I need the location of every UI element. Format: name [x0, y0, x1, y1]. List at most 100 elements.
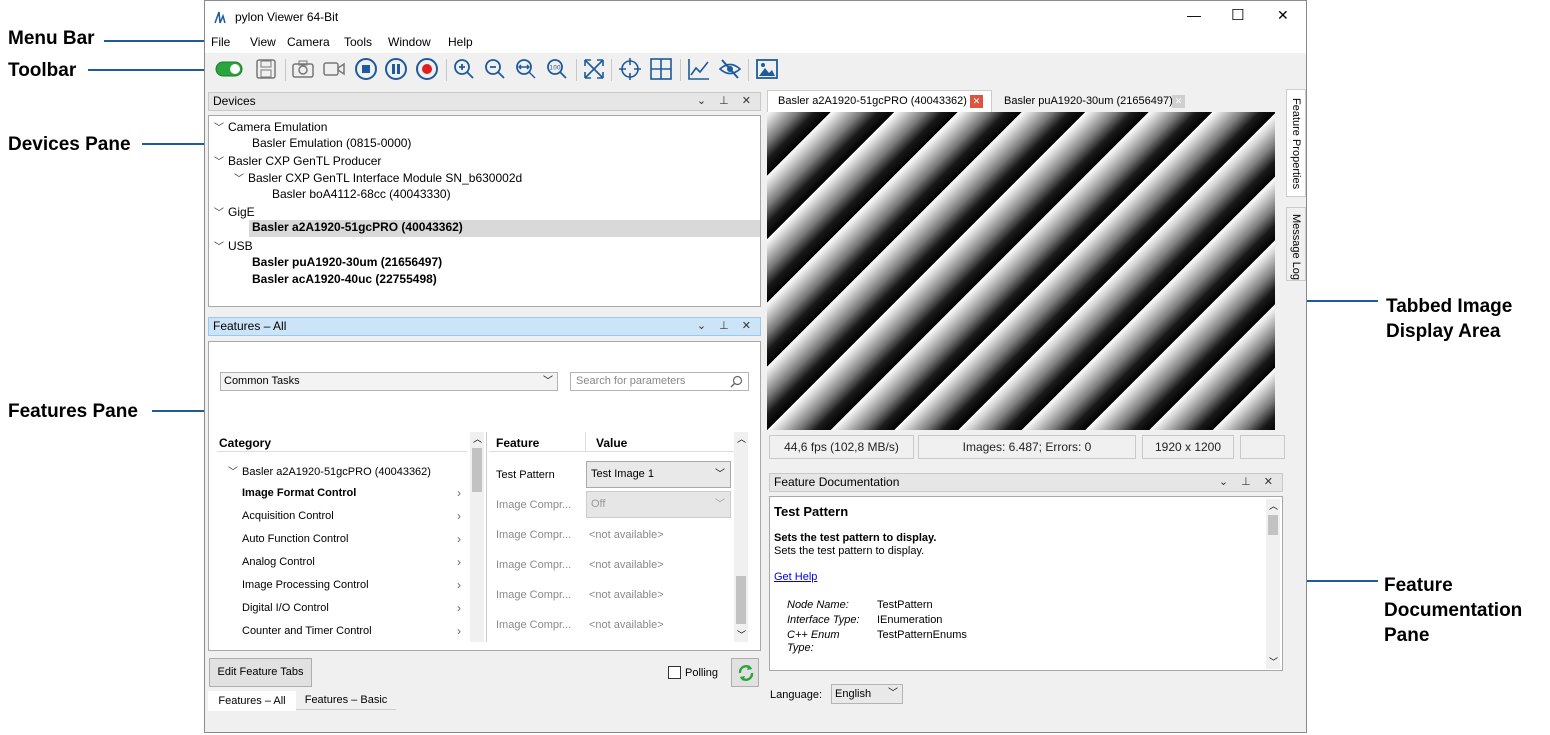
pane-header-buttons[interactable]: ⌄ ⊥ ✕ [697, 318, 756, 335]
chevron-down-icon[interactable]: ﹀ [214, 119, 228, 134]
side-tab-message-log[interactable]: Message Log [1286, 207, 1306, 281]
menu-camera[interactable]: Camera [287, 35, 330, 49]
crosshair-icon[interactable] [617, 56, 643, 82]
zoom-fit-icon[interactable] [513, 56, 539, 82]
category-item[interactable]: Analog Control [242, 556, 315, 568]
test-pattern-select[interactable]: Test Image 1 ﹀ [586, 461, 731, 488]
toggle-icon[interactable] [215, 56, 243, 82]
category-item[interactable]: Digital I/O Control [242, 602, 329, 614]
stop-icon[interactable] [353, 56, 379, 82]
features-pane-title: Features – All [213, 319, 287, 333]
feature-column-header: Feature [496, 436, 540, 450]
callout-toolbar: Toolbar [8, 60, 77, 81]
menu-view[interactable]: View [250, 35, 276, 49]
image-tab-active[interactable]: Basler a2A1920-51gcPRO (40043362) ✕ [767, 90, 992, 112]
feature-name: Image Compr... [496, 529, 572, 541]
scroll-down-icon[interactable]: ﹀ [737, 628, 746, 641]
scroll-down-icon[interactable]: ﹀ [1269, 655, 1278, 668]
chart-icon[interactable] [686, 56, 712, 82]
video-camera-icon[interactable] [321, 56, 347, 82]
tree-node-device[interactable]: Basler Emulation (0815-0000) [252, 136, 411, 150]
tree-node-cxp-producer[interactable]: ﹀ Basler CXP GenTL Producer [214, 153, 381, 168]
tree-node-device-selected[interactable]: Basler a2A1920-51gcPRO (40043362) [249, 220, 760, 237]
tab-features-all[interactable]: Features – All [208, 691, 296, 711]
close-icon[interactable]: ✕ [1172, 95, 1185, 108]
polling-checkbox[interactable] [668, 666, 681, 679]
chevron-down-icon[interactable]: ﹀ [228, 463, 242, 478]
chevron-down-icon[interactable]: ﹀ [214, 204, 228, 219]
tree-node-device[interactable]: Basler boA4112-68cc (40043330) [272, 187, 451, 201]
category-dropdown[interactable]: Common Tasks ﹀ [220, 372, 558, 391]
category-item[interactable]: Auto Function Control [242, 533, 348, 545]
category-item[interactable]: Counter and Timer Control [242, 625, 372, 637]
search-input[interactable]: Search for parameters [570, 372, 749, 391]
tree-node-device[interactable]: Basler puA1920-30um (21656497) [252, 255, 442, 269]
chevron-down-icon[interactable]: ﹀ [214, 153, 228, 168]
devices-pane-title: Devices [213, 94, 256, 108]
category-item[interactable]: Image Processing Control [242, 579, 369, 591]
hide-icon[interactable] [717, 56, 743, 82]
get-help-link[interactable]: Get Help [774, 571, 817, 583]
zoom-out-icon[interactable] [482, 56, 508, 82]
tree-node-camera-emulation[interactable]: ﹀ Camera Emulation [214, 119, 327, 134]
devices-tree: ﹀ Camera Emulation Basler Emulation (0815… [208, 115, 761, 307]
category-item[interactable]: Image Format Control [242, 487, 356, 499]
polling-label: Polling [685, 667, 719, 679]
tab-features-basic[interactable]: Features – Basic [296, 691, 396, 710]
camera-snapshot-icon[interactable] [290, 56, 316, 82]
svg-text:100: 100 [549, 65, 561, 72]
edit-feature-tabs-button[interactable]: Edit Feature Tabs [209, 658, 312, 687]
image-display[interactable] [767, 112, 1275, 430]
menu-tools[interactable]: Tools [344, 35, 372, 49]
menu-window[interactable]: Window [388, 35, 431, 49]
scroll-up-icon[interactable]: ︿ [1269, 499, 1278, 512]
close-icon[interactable]: ✕ [970, 95, 983, 108]
minimize-button[interactable]: — [1187, 7, 1201, 23]
language-select[interactable]: English ﹀ [831, 684, 903, 704]
menu-bar: File View Camera Tools Window Help [205, 33, 1306, 53]
scroll-up-icon[interactable]: ︿ [737, 432, 746, 445]
tree-node-usb[interactable]: ﹀ USB [214, 238, 253, 253]
tree-node-gige[interactable]: ﹀ GigE [214, 204, 255, 219]
chevron-right-icon: › [457, 555, 461, 569]
doc-scrollbar[interactable]: ︿ ﹀ [1266, 499, 1280, 669]
maximize-button[interactable]: ☐ [1231, 6, 1244, 24]
zoom-in-icon[interactable] [451, 56, 477, 82]
feature-name: Image Compr... [496, 619, 572, 631]
chevron-down-icon[interactable]: ﹀ [234, 170, 248, 185]
menu-file[interactable]: File [211, 35, 230, 49]
category-scrollbar[interactable]: ︿ [470, 432, 484, 642]
tree-node-cxp-interface[interactable]: ﹀ Basler CXP GenTL Interface Module SN_b6… [234, 170, 522, 185]
zoom-100-icon[interactable]: 100 [544, 56, 570, 82]
feature-value: <not available> [589, 589, 664, 601]
menu-help[interactable]: Help [448, 35, 473, 49]
save-icon[interactable] [253, 56, 279, 82]
status-images: Images: 6.487; Errors: 0 [918, 435, 1136, 459]
devices-pane-header: Devices ⌄ ⊥ ✕ [208, 92, 761, 111]
fullscreen-icon[interactable] [581, 56, 607, 82]
callout-feature-doc-3: Pane [1384, 625, 1430, 646]
feature-name: Image Compr... [496, 589, 572, 601]
grid-icon[interactable] [648, 56, 674, 82]
status-fps: 44,6 fps (102,8 MB/s) [769, 435, 914, 459]
category-item[interactable]: Acquisition Control [242, 510, 334, 522]
pause-icon[interactable] [383, 56, 409, 82]
compression-select[interactable]: Off ﹀ [586, 491, 731, 518]
feature-scrollbar[interactable]: ︿ ﹀ [734, 432, 748, 642]
close-button[interactable]: ✕ [1277, 7, 1289, 24]
chevron-down-icon[interactable]: ﹀ [214, 238, 228, 253]
category-camera-node[interactable]: ﹀ Basler a2A1920-51gcPRO (40043362) [228, 463, 431, 478]
pane-header-buttons[interactable]: ⌄ ⊥ ✕ [697, 93, 756, 110]
chevron-right-icon: › [457, 486, 461, 500]
pane-header-buttons[interactable]: ⌄ ⊥ ✕ [1219, 474, 1278, 491]
tree-node-device[interactable]: Basler acA1920-40uc (22755498) [252, 272, 437, 286]
side-tab-feature-properties[interactable]: Feature Properties [1286, 89, 1306, 197]
refresh-button[interactable] [731, 658, 759, 687]
image-icon[interactable] [754, 56, 780, 82]
scroll-up-icon[interactable]: ︿ [473, 432, 482, 445]
record-icon[interactable] [414, 56, 440, 82]
chevron-down-icon: ﹀ [715, 469, 725, 480]
image-tab[interactable]: Basler puA1920-30um (21656497) ✕ [994, 91, 1197, 112]
doc-pane-header: Feature Documentation ⌄ ⊥ ✕ [769, 473, 1283, 492]
chevron-right-icon: › [457, 601, 461, 615]
